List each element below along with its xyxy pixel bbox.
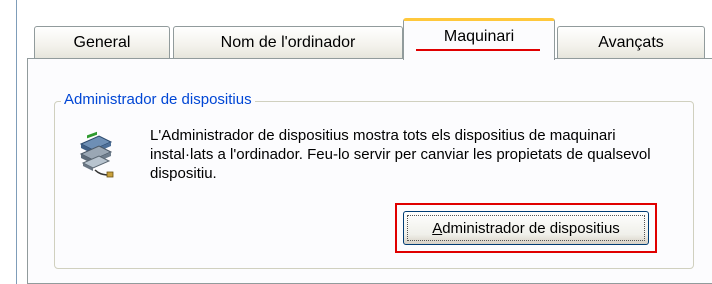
active-tab-red-underline	[416, 49, 540, 51]
tab-strip: General Nom de l'ordinador Maquinari Ava…	[0, 0, 712, 60]
groupbox-title: Administrador de dispositius	[61, 91, 255, 108]
button-highlight-frame: Administrador de dispositius	[395, 203, 657, 253]
tab-label: Avançats	[598, 33, 664, 51]
button-label: Administrador de dispositius	[432, 220, 620, 237]
device-manager-description: L'Administrador de dispositius mostra to…	[150, 127, 651, 182]
tab-advanced[interactable]: Avançats	[557, 26, 705, 58]
device-manager-button[interactable]: Administrador de dispositius	[403, 211, 649, 245]
tab-hardware[interactable]: Maquinari	[403, 18, 555, 60]
tab-label: Maquinari	[443, 27, 515, 45]
system-properties-window: General Nom de l'ordinador Maquinari Ava…	[0, 0, 712, 284]
button-label-rest: dministrador de dispositius	[442, 219, 620, 237]
tab-general[interactable]: General	[34, 26, 170, 58]
device-manager-icon	[77, 130, 115, 178]
tab-computer-name[interactable]: Nom de l'ordinador	[173, 26, 403, 58]
button-mnemonic: A	[432, 219, 443, 237]
tab-label: Nom de l'ordinador	[220, 33, 356, 51]
device-manager-groupbox: Administrador de dispositius L'Administr…	[54, 91, 694, 269]
tab-panel-hardware: Administrador de dispositius L'Administr…	[27, 58, 712, 284]
tab-label: General	[73, 33, 131, 51]
